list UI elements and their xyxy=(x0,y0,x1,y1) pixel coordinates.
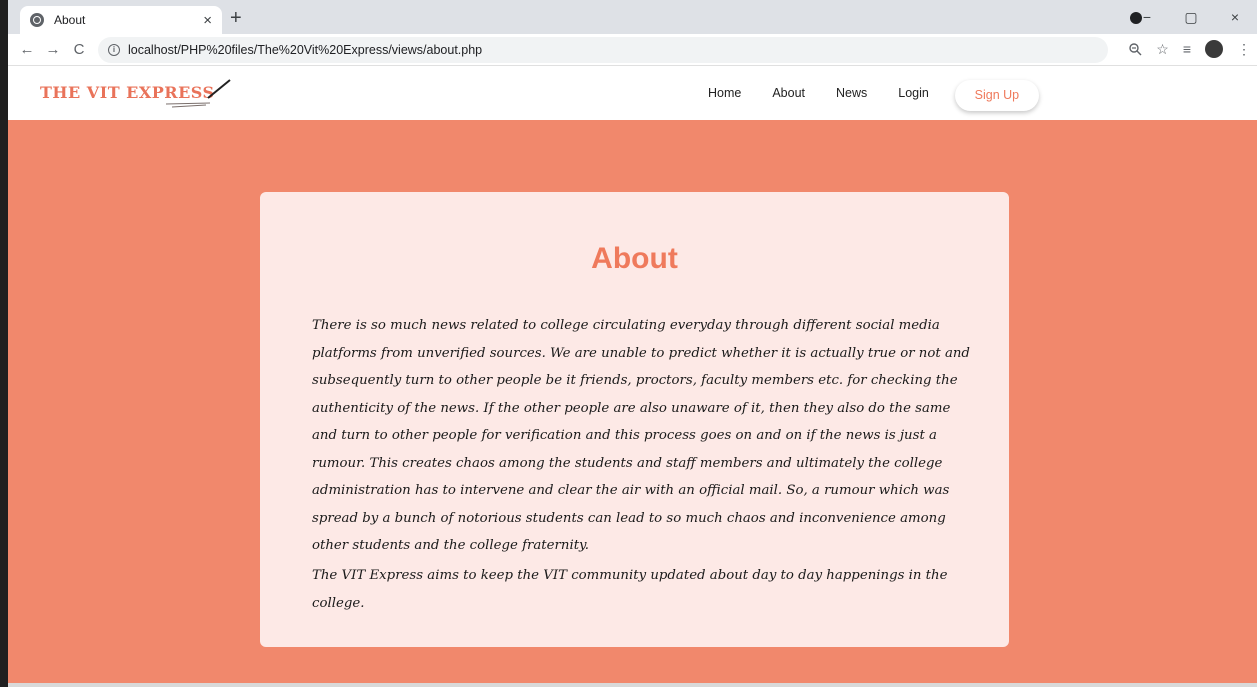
profile-avatar[interactable] xyxy=(1205,40,1223,58)
browser-chrome: About × + − ▢ × ← → C i localhost/PHP%20… xyxy=(8,0,1257,66)
forward-button[interactable]: → xyxy=(40,41,66,58)
minimize-button[interactable]: − xyxy=(1125,9,1169,25)
toolbar-icons: ☆ ≡ ⋮ xyxy=(1128,40,1251,58)
window-controls: − ▢ × xyxy=(1125,0,1257,34)
nav-home[interactable]: Home xyxy=(708,86,741,100)
pen-icon xyxy=(207,79,231,99)
about-card: About There is so much news related to c… xyxy=(260,192,1009,647)
browser-tab[interactable]: About × xyxy=(20,6,222,34)
nav-about[interactable]: About xyxy=(772,86,805,100)
nav-login[interactable]: Login xyxy=(898,86,929,100)
menu-icon[interactable]: ⋮ xyxy=(1237,41,1251,58)
star-icon[interactable]: ☆ xyxy=(1156,41,1169,58)
reload-button[interactable]: C xyxy=(66,41,92,58)
site-header: THE VIT EXPRESS Home About News Login Si… xyxy=(8,66,1257,120)
zoom-icon[interactable] xyxy=(1128,42,1142,56)
url-text: localhost/PHP%20files/The%20Vit%20Expres… xyxy=(128,42,483,57)
nav-news[interactable]: News xyxy=(836,86,867,100)
browser-toolbar: ← → C i localhost/PHP%20files/The%20Vit%… xyxy=(8,34,1257,66)
address-bar[interactable]: i localhost/PHP%20files/The%20Vit%20Expr… xyxy=(98,36,1108,63)
signup-button[interactable]: Sign Up xyxy=(954,79,1039,111)
horizontal-scrollbar[interactable] xyxy=(8,683,1257,687)
about-paragraph: There is so much news related to college… xyxy=(312,318,970,553)
close-tab-icon[interactable]: × xyxy=(203,12,212,29)
reading-list-icon[interactable]: ≡ xyxy=(1183,41,1191,57)
window-frame-edge xyxy=(0,0,8,687)
logo-underline xyxy=(166,102,210,108)
new-tab-button[interactable]: + xyxy=(230,8,242,28)
globe-icon xyxy=(30,13,44,27)
site-logo[interactable]: THE VIT EXPRESS xyxy=(40,83,215,102)
tab-strip: About × + − ▢ × xyxy=(8,0,1257,34)
tab-title: About xyxy=(54,13,86,27)
info-icon[interactable]: i xyxy=(108,43,120,56)
main-nav: Home About News Login Sign Up xyxy=(708,66,1039,120)
about-title: About xyxy=(591,242,678,275)
about-mission: The VIT Express aims to keep the VIT com… xyxy=(312,568,948,611)
close-window-button[interactable]: × xyxy=(1213,9,1257,25)
back-button[interactable]: ← xyxy=(14,41,40,58)
maximize-button[interactable]: ▢ xyxy=(1169,9,1213,26)
